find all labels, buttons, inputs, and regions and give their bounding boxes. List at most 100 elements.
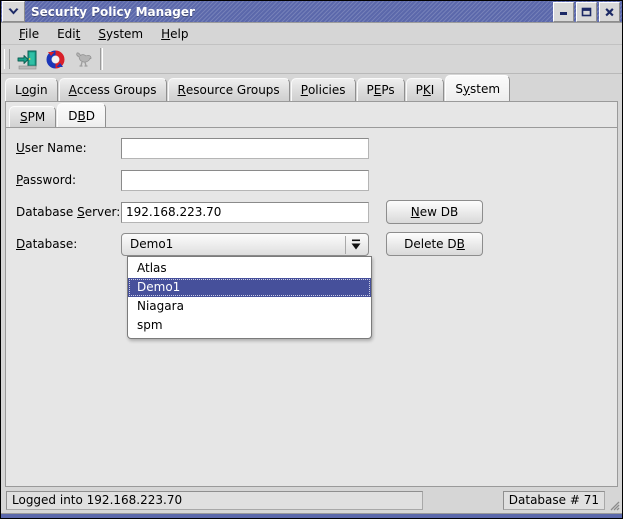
username-input[interactable] <box>121 137 369 159</box>
form-row-password: Password: <box>6 169 617 191</box>
tab-label-pre: S <box>455 81 463 96</box>
status-bar: Logged into 192.168.223.70 Database # 71 <box>1 487 622 513</box>
subtab-label-post: D <box>85 108 95 123</box>
window-bottom-accent <box>1 513 622 518</box>
tab-label-mnemonic: K <box>422 83 431 97</box>
maximize-button[interactable] <box>576 2 597 22</box>
subtab-spm[interactable]: S PM <box>9 106 57 127</box>
sub-tab-bar: S PM DBD <box>6 102 617 127</box>
main-tab-bar: Lo gin Access Groups Resource Groups Poli… <box>1 74 622 101</box>
database-server-label: Database Server: <box>16 205 121 219</box>
form-row-database-server: Database Server: New DB <box>6 200 617 224</box>
tab-label-mnemonic: E <box>373 83 382 97</box>
login-door-icon <box>17 49 38 70</box>
refresh-icon <box>45 49 66 70</box>
status-database-count: Database # 71 <box>502 490 605 510</box>
menu-label-post: ile <box>25 26 40 41</box>
subtab-label-mnemonic: B <box>77 108 86 123</box>
label-mnemonic: D <box>16 237 26 251</box>
label-pre: Database <box>16 205 78 219</box>
tab-login[interactable]: Lo gin <box>5 78 58 101</box>
close-icon <box>604 7 615 18</box>
form-row-database: Database: Demo1 Atlas Demo1 Niagara spm … <box>6 232 617 339</box>
menu-bar: File Edit System Help <box>1 23 622 45</box>
button-label-mnemonic: B <box>456 237 465 251</box>
label-mnemonic: P <box>16 173 23 187</box>
dropdown-option-niagara[interactable]: Niagara <box>128 297 371 316</box>
minimize-icon <box>558 8 569 17</box>
tab-access-groups[interactable]: Access Groups <box>58 78 167 101</box>
dropdown-arrow-icon[interactable] <box>345 235 366 254</box>
window-controls <box>553 2 620 22</box>
label-post: assword: <box>22 173 77 187</box>
subtab-label-post: PM <box>27 110 46 124</box>
minimize-button[interactable] <box>553 2 574 22</box>
tab-label-post: olicies <box>307 83 346 97</box>
menu-label-post: elp <box>170 26 189 41</box>
label-post: erver: <box>84 205 121 219</box>
tab-label-mnemonic: R <box>177 83 186 97</box>
database-server-input[interactable] <box>121 201 369 223</box>
tab-system[interactable]: Sy stem <box>445 75 511 101</box>
toolbar-separator <box>100 48 103 70</box>
form-row-username: User Name: <box>6 137 617 159</box>
window-title: Security Policy Manager <box>31 4 195 19</box>
tab-label-mnemonic: o <box>21 83 30 97</box>
label-mnemonic: U <box>16 141 25 155</box>
new-db-button[interactable]: New DB <box>386 200 483 224</box>
dropdown-option-atlas[interactable]: Atlas <box>128 259 371 278</box>
menu-item-help[interactable]: Help <box>152 26 197 42</box>
delete-db-button[interactable]: Delete DB <box>386 232 483 256</box>
chevron-down-icon <box>7 7 20 16</box>
menu-label-mnemonic: S <box>98 26 106 41</box>
button-label-post: ew DB <box>419 205 459 219</box>
toolbar-button-refresh[interactable] <box>41 46 69 72</box>
password-input[interactable] <box>121 169 369 191</box>
dbd-form: User Name: Password: Database Server: Ne… <box>6 127 617 486</box>
tab-peps[interactable]: P E Ps <box>356 78 405 101</box>
tab-label-mnemonic: y <box>462 81 471 96</box>
bird-icon <box>73 49 94 70</box>
tab-label-pre: P <box>366 83 374 97</box>
tab-label-mnemonic: P <box>300 83 308 97</box>
resize-grip-icon[interactable] <box>607 498 620 511</box>
tab-label-pre: L <box>15 83 22 97</box>
tab-resource-groups[interactable]: Resource Groups <box>167 78 290 101</box>
tab-label-post: Ps <box>381 83 395 97</box>
tab-pki[interactable]: PKI <box>405 78 445 101</box>
menu-label-pre: Edi <box>57 26 76 41</box>
dropdown-option-spm[interactable]: spm <box>128 316 371 335</box>
subtab-dbd[interactable]: DBD <box>57 103 106 127</box>
label-post: ser Name: <box>24 141 87 155</box>
label-mnemonic: S <box>77 205 85 219</box>
application-window: Security Policy Manager File Edit System… <box>0 0 623 519</box>
title-bar: Security Policy Manager <box>1 1 622 23</box>
database-combobox[interactable]: Demo1 <box>121 232 369 256</box>
database-combo-wrapper: Demo1 Atlas Demo1 Niagara spm <box>121 232 372 339</box>
username-label: User Name: <box>16 141 121 155</box>
toolbar-button-login[interactable] <box>13 46 41 72</box>
menu-item-file[interactable]: File <box>10 26 48 42</box>
database-label: Database: <box>16 237 121 251</box>
close-button[interactable] <box>599 2 620 22</box>
tab-label-post: I <box>430 83 435 97</box>
subtab-label-pre: D <box>68 108 78 123</box>
tab-label-post: stem <box>470 81 501 96</box>
menu-item-system[interactable]: System <box>89 26 152 42</box>
maximize-icon <box>581 7 592 17</box>
content-panel: S PM DBD User Name: Password: Database Se… <box>5 101 618 487</box>
tab-policies[interactable]: Policies <box>290 78 356 101</box>
tab-label-post: ccess Groups <box>76 83 157 97</box>
toolbar-drag-handle[interactable] <box>4 49 10 69</box>
menu-label-mnemonic: H <box>161 26 171 41</box>
window-menu-button[interactable] <box>2 1 25 22</box>
menu-item-edit[interactable]: Edit <box>48 26 89 42</box>
password-label: Password: <box>16 173 121 187</box>
tab-label-mnemonic: A <box>68 83 77 97</box>
button-label-pre: Delete D <box>404 237 457 251</box>
toolbar-button-bird[interactable] <box>69 46 97 72</box>
database-dropdown-list: Atlas Demo1 Niagara spm <box>127 255 372 339</box>
subtab-label-mnemonic: S <box>20 110 28 124</box>
dropdown-option-demo1[interactable]: Demo1 <box>128 277 371 297</box>
menu-label-post: ystem <box>105 26 144 41</box>
